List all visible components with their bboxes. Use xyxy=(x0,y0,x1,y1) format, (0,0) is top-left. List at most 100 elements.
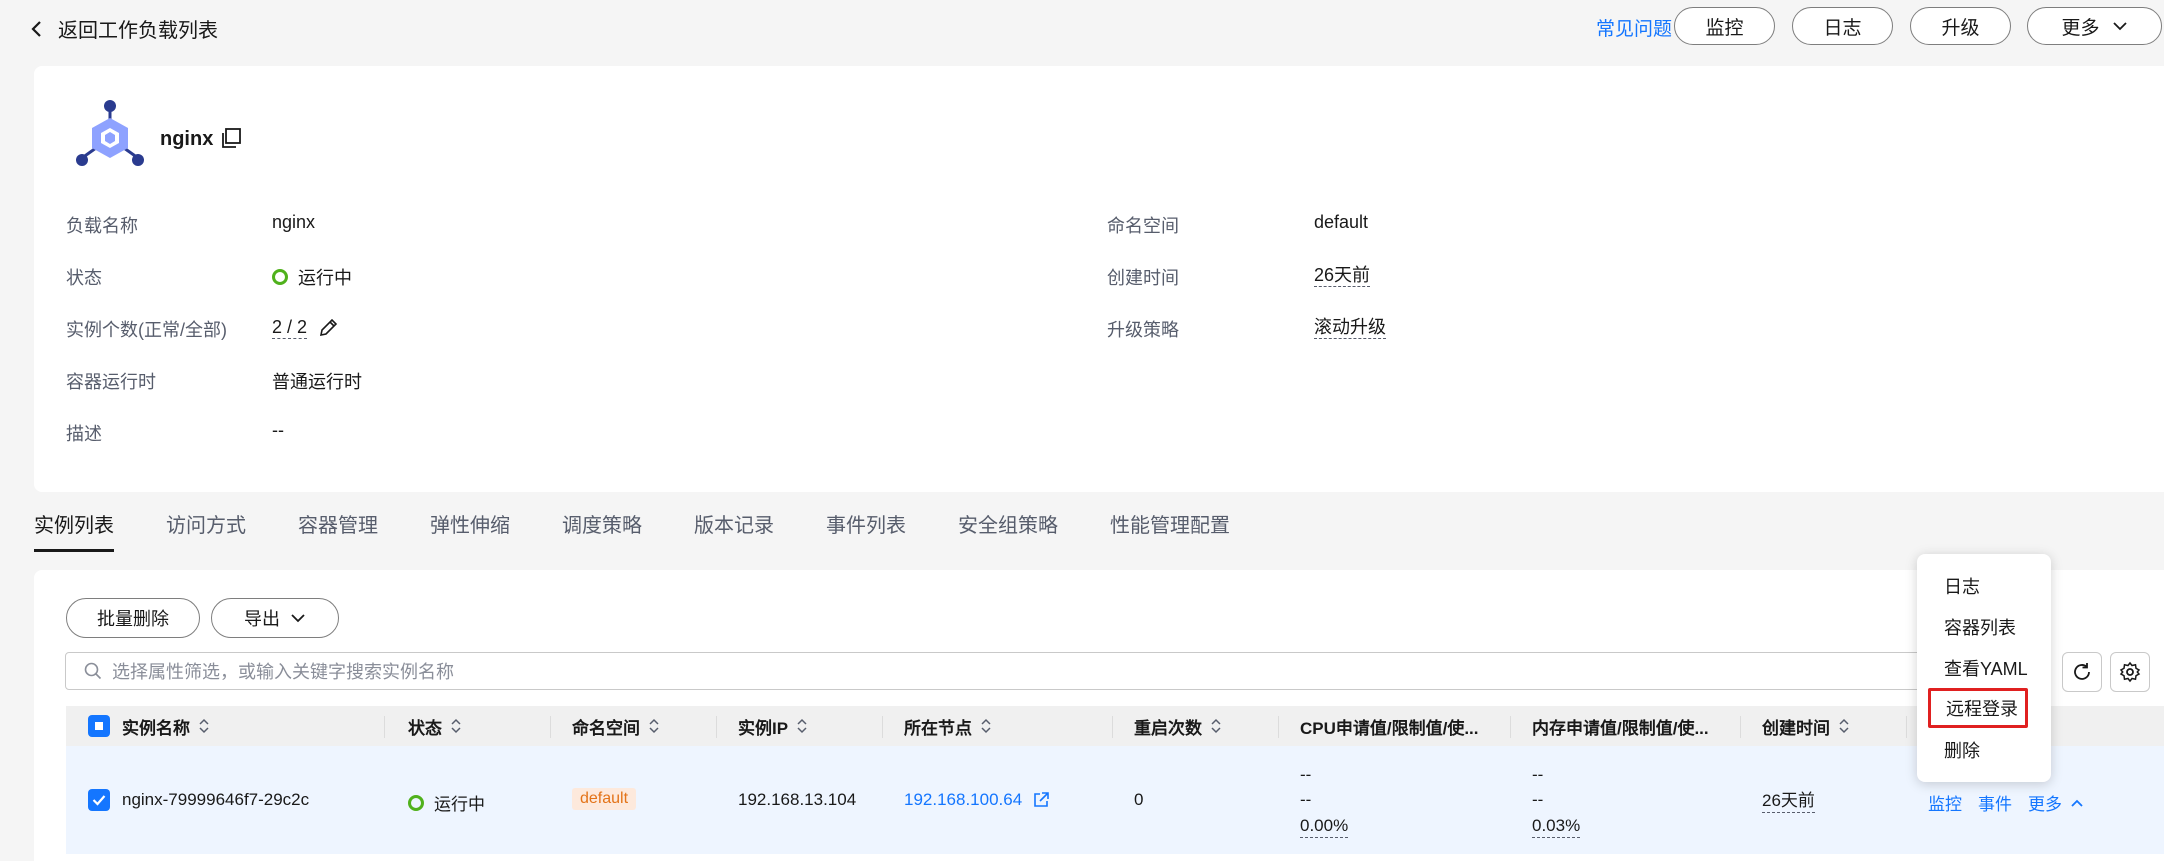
tab-containers[interactable]: 容器管理 xyxy=(298,508,378,552)
column-restarts[interactable]: 重启次数 xyxy=(1134,706,1222,746)
tab-versions[interactable]: 版本记录 xyxy=(694,508,774,552)
back-link[interactable]: 返回工作负载列表 xyxy=(30,14,218,43)
external-link-icon[interactable] xyxy=(1032,791,1050,809)
column-namespace[interactable]: 命名空间 xyxy=(572,706,660,746)
top-bar: 返回工作负载列表 常见问题 监控 日志 升级 更多 xyxy=(0,0,2164,52)
field-label-description: 描述 xyxy=(66,424,102,444)
edit-icon[interactable] xyxy=(317,317,339,339)
column-cpu: CPU申请值/限制值/使... xyxy=(1300,706,1479,746)
upgrade-button[interactable]: 升级 xyxy=(1910,7,2011,45)
detail-tabs: 实例列表 访问方式 容器管理 弹性伸缩 调度策略 版本记录 事件列表 安全组策略… xyxy=(34,508,1282,552)
column-status[interactable]: 状态 xyxy=(408,706,462,746)
field-value-namespace: default xyxy=(1314,212,1368,233)
field-value-upgrade-strategy-text: 滚动升级 xyxy=(1314,317,1386,339)
node-link[interactable]: 192.168.100.64 xyxy=(904,790,1022,810)
copy-icon[interactable] xyxy=(220,127,242,149)
monitor-button[interactable]: 监控 xyxy=(1674,7,1775,45)
row-checkbox[interactable] xyxy=(88,789,110,811)
faq-link[interactable]: 常见问题 xyxy=(1596,14,1672,41)
tab-access[interactable]: 访问方式 xyxy=(166,508,246,552)
batch-delete-label: 批量删除 xyxy=(97,609,169,629)
column-namespace-label: 命名空间 xyxy=(572,718,640,738)
field-value-namespace-text: default xyxy=(1314,212,1369,232)
sort-icon[interactable] xyxy=(648,718,660,734)
menu-item-remote-login-label: 远程登录 xyxy=(1946,699,2018,719)
row-more-label: 更多 xyxy=(2028,795,2062,814)
refresh-button[interactable] xyxy=(2062,652,2102,692)
row-instance-ip: 192.168.13.104 xyxy=(738,790,857,809)
menu-item-logs[interactable]: 日志 xyxy=(1917,566,2051,606)
row-status: 运行中 xyxy=(408,790,485,815)
column-restarts-label: 重启次数 xyxy=(1134,718,1202,738)
settings-button[interactable] xyxy=(2110,652,2150,692)
column-ip[interactable]: 实例IP xyxy=(738,706,808,746)
sort-icon[interactable] xyxy=(980,718,992,734)
sort-icon[interactable] xyxy=(1210,718,1222,734)
export-button[interactable]: 导出 xyxy=(211,598,339,638)
menu-item-delete[interactable]: 删除 xyxy=(1917,730,2051,770)
column-divider xyxy=(1278,716,1279,738)
sort-icon[interactable] xyxy=(1838,718,1850,734)
column-divider xyxy=(1112,716,1113,738)
search-icon xyxy=(84,662,102,680)
column-name[interactable]: 实例名称 xyxy=(122,706,210,746)
column-node[interactable]: 所在节点 xyxy=(904,706,992,746)
row-more-button[interactable]: 更多 xyxy=(2028,790,2084,815)
sort-icon[interactable] xyxy=(450,718,462,734)
menu-item-delete-label: 删除 xyxy=(1944,741,1980,761)
more-dropdown-menu: 日志 容器列表 查看YAML 远程登录 删除 xyxy=(1917,554,2051,782)
batch-delete-button[interactable]: 批量删除 xyxy=(66,598,200,638)
upgrade-button-label: 升级 xyxy=(1941,17,1980,39)
search-placeholder: 选择属性筛选，或输入关键字搜索实例名称 xyxy=(112,662,454,682)
field-value-instances: 2 / 2 xyxy=(272,316,339,339)
search-input[interactable]: 选择属性筛选，或输入关键字搜索实例名称 xyxy=(65,652,2005,690)
chevron-down-icon xyxy=(2112,22,2127,31)
menu-item-view-yaml[interactable]: 查看YAML xyxy=(1917,648,2051,688)
row-status-text: 运行中 xyxy=(434,795,485,814)
running-status-icon xyxy=(272,269,288,285)
tab-security-groups[interactable]: 安全组策略 xyxy=(958,508,1058,552)
tab-performance[interactable]: 性能管理配置 xyxy=(1110,508,1230,552)
column-memory-label: 内存申请值/限制值/使... xyxy=(1532,718,1709,738)
field-label-upgrade-strategy: 升级策略 xyxy=(1107,320,1179,340)
tab-scaling[interactable]: 弹性伸缩 xyxy=(430,508,510,552)
instance-list-card: 批量删除 导出 选择属性筛选，或输入关键字搜索实例名称 实例名称 状态 命名空间… xyxy=(34,570,2164,861)
column-name-label: 实例名称 xyxy=(122,718,190,738)
row-mem-usage: 0.03% xyxy=(1532,815,1581,838)
workload-info-card: nginx 负载名称 nginx 状态 运行中 实例个数(正常/全部) 2 / … xyxy=(34,66,2164,492)
menu-item-container-list[interactable]: 容器列表 xyxy=(1917,607,2051,647)
chevron-down-icon xyxy=(291,614,305,623)
sort-icon[interactable] xyxy=(796,718,808,734)
column-divider xyxy=(716,716,717,738)
column-divider xyxy=(882,716,883,738)
column-memory: 内存申请值/限制值/使... xyxy=(1532,706,1709,746)
row-created: 26天前 xyxy=(1762,790,1815,813)
menu-item-remote-login[interactable]: 远程登录 xyxy=(1928,688,2028,728)
monitor-button-label: 监控 xyxy=(1705,17,1744,39)
field-label-name: 负载名称 xyxy=(66,216,138,236)
row-events-link[interactable]: 事件 xyxy=(1978,790,2012,815)
field-value-runtime-text: 普通运行时 xyxy=(272,372,362,392)
check-icon xyxy=(92,795,106,806)
column-created[interactable]: 创建时间 xyxy=(1762,706,1850,746)
table-row[interactable]: nginx-79999646f7-29c2c 运行中 default 192.1… xyxy=(66,746,2164,854)
log-button-label: 日志 xyxy=(1823,17,1862,39)
more-button-label: 更多 xyxy=(2061,17,2100,39)
field-value-runtime: 普通运行时 xyxy=(272,368,362,394)
field-value-description-text: -- xyxy=(272,420,284,440)
more-button[interactable]: 更多 xyxy=(2027,7,2162,45)
field-label-status: 状态 xyxy=(66,268,102,288)
chevron-left-icon xyxy=(31,20,41,37)
workload-title: nginx xyxy=(160,128,214,150)
field-value-upgrade-strategy: 滚动升级 xyxy=(1314,316,1386,339)
row-node[interactable]: 192.168.100.64 xyxy=(904,790,1050,810)
sort-icon[interactable] xyxy=(198,718,210,734)
namespace-tag: default xyxy=(572,788,637,810)
tab-events[interactable]: 事件列表 xyxy=(826,508,906,552)
field-value-name: nginx xyxy=(272,212,315,233)
log-button[interactable]: 日志 xyxy=(1792,7,1893,45)
row-monitor-link[interactable]: 监控 xyxy=(1928,790,1962,815)
tab-scheduling[interactable]: 调度策略 xyxy=(562,508,642,552)
select-all-checkbox[interactable] xyxy=(88,715,110,737)
tab-instances[interactable]: 实例列表 xyxy=(34,508,114,552)
